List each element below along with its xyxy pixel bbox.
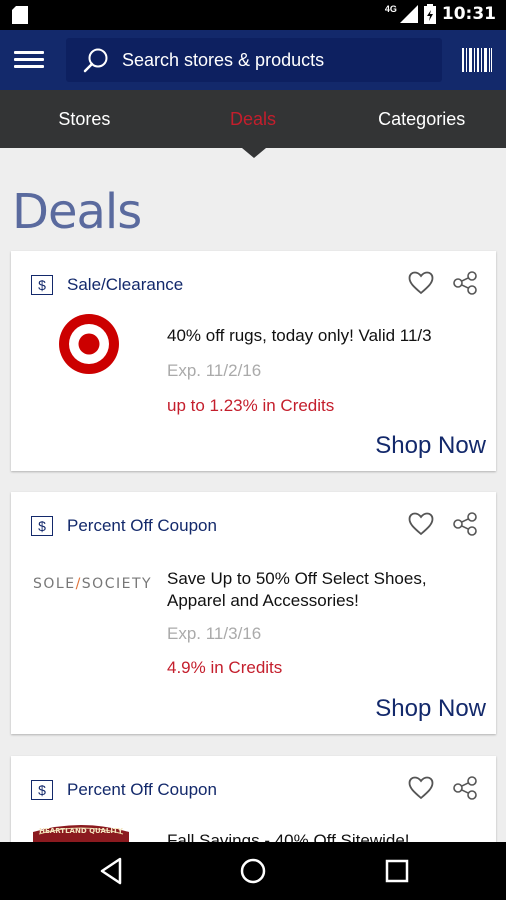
deal-type-label: Sale/Clearance [67, 275, 184, 294]
deal-type-label: Percent Off Coupon [67, 780, 217, 799]
deal-description: Save Up to 50% Off Select Shoes, Apparel… [167, 569, 427, 610]
deal-credits: 4.9% in Credits [167, 658, 283, 677]
share-icon[interactable] [452, 776, 478, 800]
shop-now-link[interactable]: Shop Now [375, 432, 486, 460]
menu-icon[interactable] [14, 47, 46, 73]
favorite-heart-icon[interactable] [408, 271, 434, 295]
page-title: Deals [12, 184, 142, 240]
sd-card-icon [12, 6, 28, 24]
deal-card: $ Sale/Clearance 40% off rugs, today onl… [11, 251, 496, 471]
home-icon[interactable] [238, 856, 268, 886]
search-input[interactable] [122, 49, 422, 71]
deal-type: $ Percent Off Coupon [31, 780, 217, 800]
logo-text: SOCIETY [81, 576, 153, 592]
shop-now-link[interactable]: Shop Now [375, 695, 486, 723]
dollar-icon: $ [31, 275, 53, 295]
logo-text: HEARTLAND QUALITY [39, 827, 124, 835]
signal-icon [399, 5, 418, 23]
recent-apps-icon[interactable] [384, 856, 410, 886]
tab-categories[interactable]: Categories [337, 90, 506, 148]
deal-card: $ Percent Off Coupon SOLE/SOCIETY Save U… [11, 492, 496, 734]
dollar-icon: $ [31, 516, 53, 536]
active-tab-indicator [242, 148, 266, 158]
back-icon[interactable] [98, 856, 124, 886]
deal-type: $ Sale/Clearance [31, 275, 183, 295]
deal-expiry: Exp. 11/2/16 [167, 361, 262, 380]
clock: 10:31 [441, 4, 496, 24]
tab-stores[interactable]: Stores [0, 90, 169, 148]
share-icon[interactable] [452, 512, 478, 536]
search-icon [83, 48, 108, 73]
tab-bar: Stores Deals Categories [0, 90, 506, 148]
status-bar: 4G 10:31 [0, 0, 506, 30]
deal-type-label: Percent Off Coupon [67, 516, 217, 535]
deal-expiry: Exp. 11/3/16 [167, 624, 262, 643]
sole-society-logo: SOLE/SOCIETY [33, 576, 152, 592]
search-box[interactable] [66, 38, 442, 82]
logo-text: SOLE [33, 576, 76, 592]
battery-icon [423, 4, 436, 24]
target-logo [59, 314, 119, 374]
app-bar [0, 30, 506, 90]
favorite-heart-icon[interactable] [408, 776, 434, 800]
system-nav-bar [0, 842, 506, 900]
deal-type: $ Percent Off Coupon [31, 516, 217, 536]
share-icon[interactable] [452, 271, 478, 295]
tab-deals[interactable]: Deals [169, 90, 338, 148]
barcode-scanner-icon[interactable] [462, 48, 492, 72]
deal-credits: up to 1.23% in Credits [167, 396, 335, 415]
network-type: 4G [384, 4, 397, 14]
favorite-heart-icon[interactable] [408, 512, 434, 536]
dollar-icon: $ [31, 780, 53, 800]
deal-description: 40% off rugs, today only! Valid 11/3 [167, 326, 432, 345]
